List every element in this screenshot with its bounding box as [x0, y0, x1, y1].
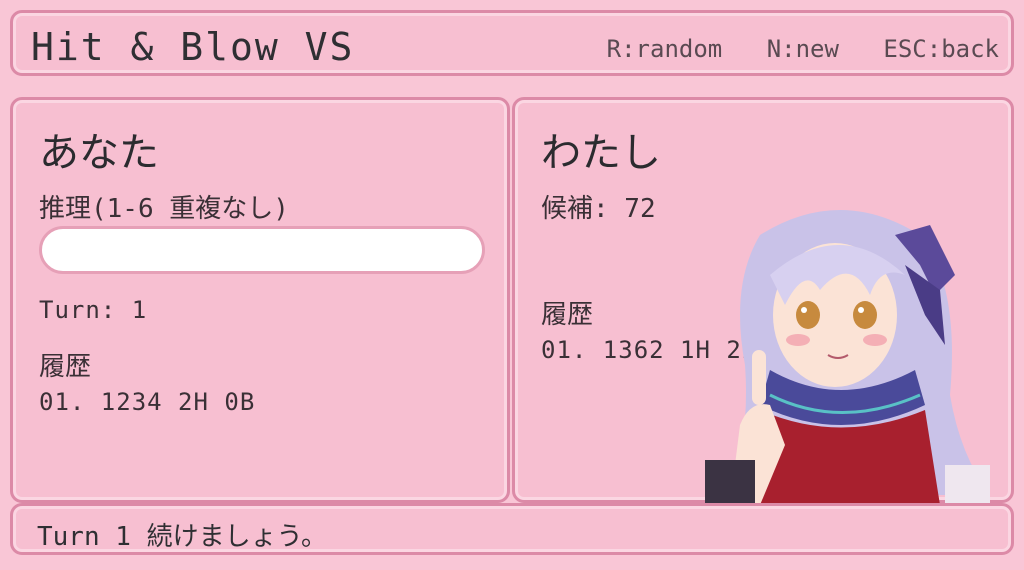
- header-bar: Hit & Blow VS R:random N:new ESC:back: [10, 10, 1014, 76]
- shortcut-random[interactable]: R:random: [607, 35, 723, 63]
- cpu-name: わたし: [541, 130, 661, 176]
- candidate-count: 候補: 72: [541, 194, 656, 224]
- opponent-character-portrait: [705, 210, 990, 505]
- guess-input[interactable]: [39, 226, 485, 274]
- message-bar: Turn 1 続けましょう。: [10, 503, 1014, 555]
- cpu-history-label: 履歴: [541, 300, 594, 330]
- shortcut-new[interactable]: N:new: [767, 35, 839, 63]
- status-message: Turn 1 続けましょう。: [37, 522, 328, 552]
- player-name: あなた: [39, 130, 159, 176]
- shortcut-back[interactable]: ESC:back: [883, 35, 999, 63]
- player-history-label: 履歴: [39, 352, 92, 382]
- guess-input-label: 推理(1-6 重複なし): [39, 194, 289, 224]
- game-title: Hit & Blow VS: [31, 25, 355, 69]
- turn-counter: Turn: 1: [39, 296, 148, 324]
- player-panel: あなた 推理(1-6 重複なし) Turn: 1 履歴 01. 1234 2H …: [10, 97, 510, 503]
- shortcut-hints: R:random N:new ESC:back: [577, 35, 999, 63]
- player-history-row: 01. 1234 2H 0B: [39, 388, 256, 416]
